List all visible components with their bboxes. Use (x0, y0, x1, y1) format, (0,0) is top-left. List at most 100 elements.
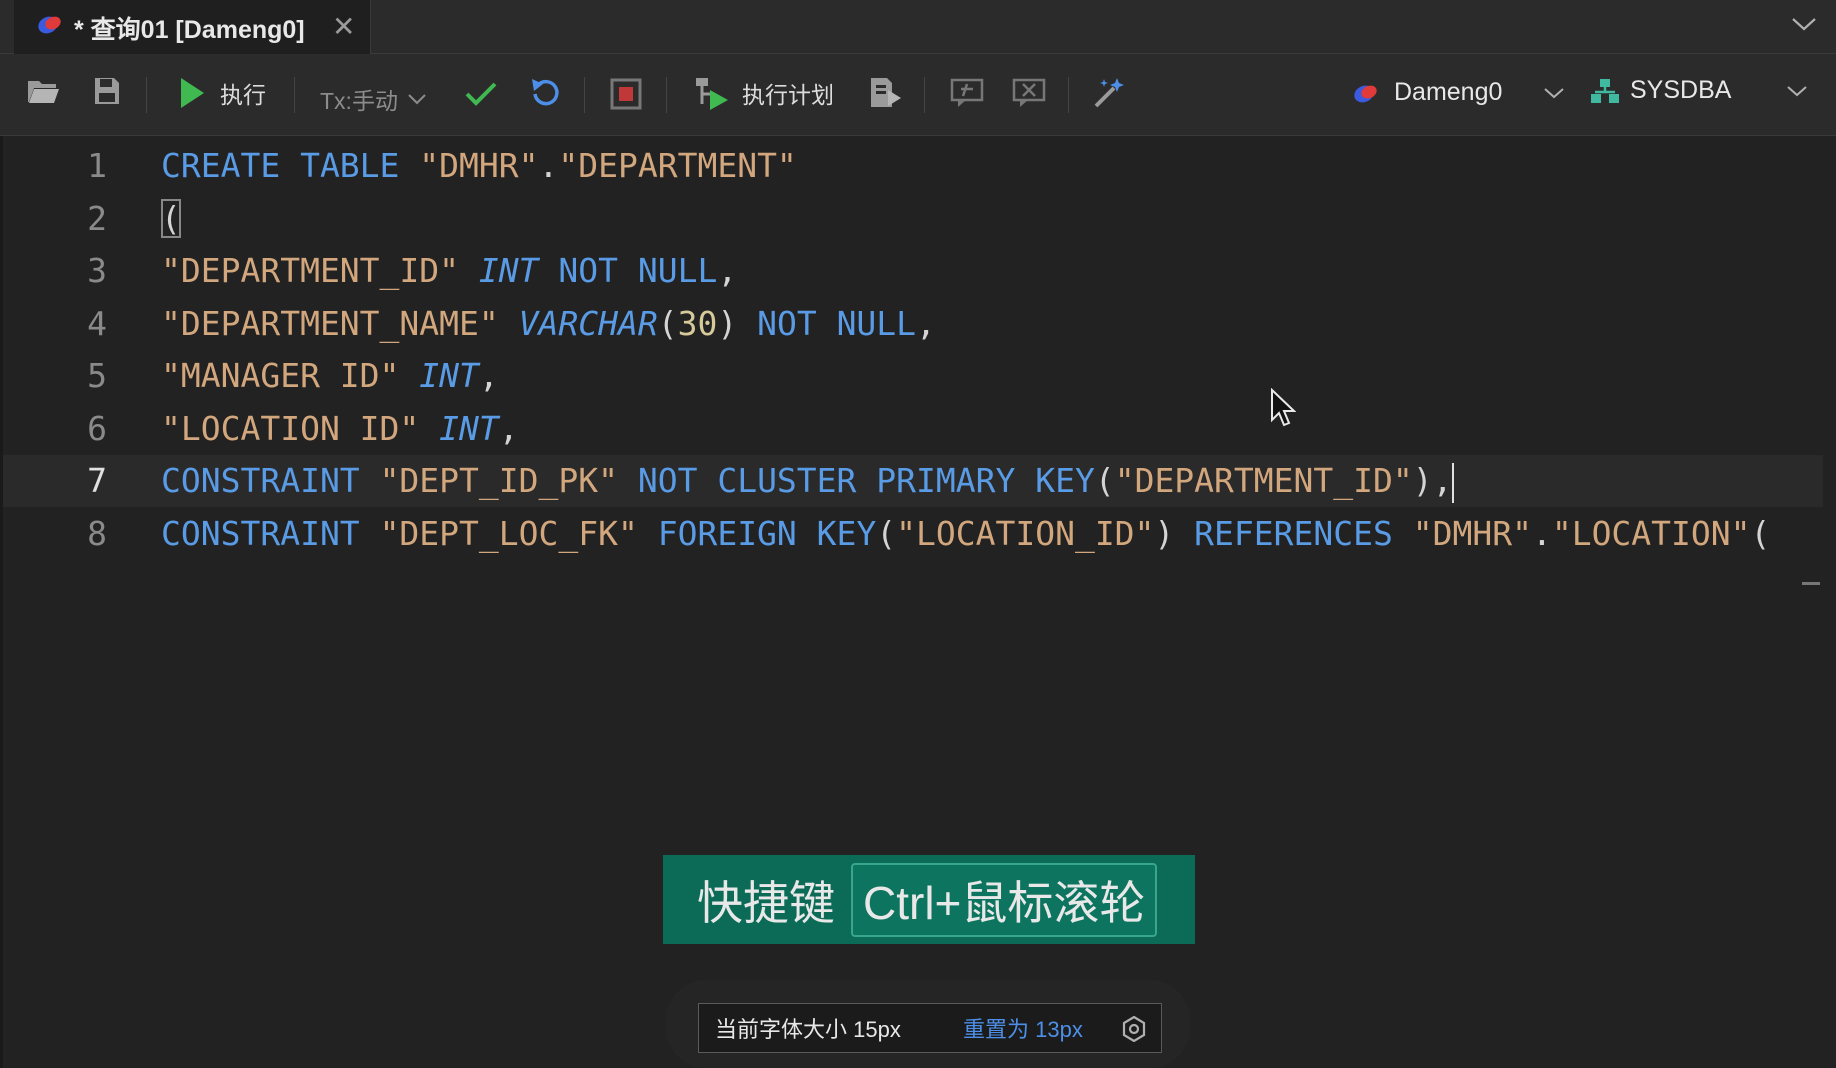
tx-mode-label: Tx:手动 (320, 88, 398, 114)
font-size-toast: 当前字体大小 15px 重置为 13px (698, 1003, 1162, 1053)
format-button[interactable] (1092, 76, 1126, 110)
code-token: "MANAGER ID" (161, 356, 400, 395)
code-token: "DEPT_LOC_FK" (379, 513, 638, 553)
connection-select[interactable]: Dameng0 (1352, 78, 1566, 107)
code-token: ) (1154, 513, 1195, 553)
code-token: ( (161, 198, 181, 238)
comment-icon (950, 78, 984, 107)
code-token: "DEPARTMENT_ID" (161, 251, 460, 290)
commit-button[interactable] (464, 80, 498, 108)
chevron-down-icon (1787, 85, 1808, 96)
code-token: , (717, 251, 738, 290)
chevron-down-icon (408, 94, 426, 105)
check-icon (465, 82, 497, 106)
code-line[interactable]: 3 "DEPARTMENT_ID" INT NOT NULL, (3, 245, 1823, 297)
play-icon (181, 78, 204, 108)
code-token: "LOCATION_ID" (896, 513, 1155, 553)
code-text[interactable]: CONSTRAINT "DEPT_ID_PK" NOT CLUSTER PRIM… (161, 455, 1455, 507)
folder-open-icon (28, 81, 59, 103)
code-token: FOREIGN KEY (657, 513, 877, 553)
tab-query01[interactable]: * 查询01 [Dameng0] ✕ (14, 0, 371, 54)
execution-plan-button[interactable]: 执行计划 (694, 76, 834, 110)
chevron-down-icon (1544, 87, 1565, 98)
gear-icon[interactable] (1121, 1016, 1147, 1042)
mouse-cursor-icon (1271, 388, 1296, 427)
toolbar-separator (1068, 77, 1069, 113)
stop-icon (610, 78, 642, 110)
scrollbar-marker[interactable] (1802, 582, 1820, 585)
code-line[interactable]: 2( (3, 193, 1823, 245)
reset-font-size-link[interactable]: 重置为 13px (963, 1012, 1083, 1044)
code-text[interactable]: "LOCATION ID" INT, (161, 403, 519, 455)
undo-icon (532, 79, 559, 106)
code-text[interactable]: "MANAGER ID" INT, (161, 350, 499, 402)
code-token: . (1531, 513, 1552, 553)
magic-wand-icon (1094, 78, 1124, 108)
code-text[interactable]: CONSTRAINT "DEPT_LOC_FK" FOREIGN KEY("LO… (161, 508, 1770, 560)
code-token: ( (657, 303, 678, 343)
uncomment-button[interactable] (1012, 78, 1046, 108)
transaction-mode-select[interactable]: Tx:手动 (320, 82, 428, 116)
line-number: 1 (87, 146, 107, 185)
code-token: "DMHR" (1412, 513, 1532, 553)
code-token: "LOCATION ID" (161, 408, 420, 448)
toolbar-separator (924, 77, 925, 113)
open-button[interactable] (26, 76, 60, 106)
tab-title: * 查询01 [Dameng0] (74, 16, 305, 44)
rollback-button[interactable] (530, 76, 562, 108)
code-token: , (478, 356, 499, 395)
code-token: ) (717, 303, 758, 343)
code-line[interactable]: 1 CREATE TABLE "DMHR"."DEPARTMENT" (3, 140, 1823, 192)
current-font-size: 当前字体大小 15px (715, 1017, 901, 1042)
stop-button[interactable] (610, 78, 642, 110)
toolbar-separator (146, 77, 147, 113)
user-label: SYSDBA (1630, 76, 1732, 104)
execute-button[interactable]: 执行 (178, 76, 266, 110)
code-token: CREATE TABLE (161, 146, 400, 185)
code-text[interactable]: CREATE TABLE "DMHR"."DEPARTMENT" (161, 140, 797, 192)
code-token: INT (439, 408, 499, 448)
code-text[interactable]: ( (161, 193, 181, 245)
app-logo-icon (38, 16, 61, 34)
toolbar-separator (294, 77, 295, 113)
code-token: VARCHAR (518, 303, 658, 343)
code-line[interactable]: 7 CONSTRAINT "DEPT_ID_PK" NOT CLUSTER PRI… (3, 455, 1823, 507)
chevron-down-icon[interactable] (1790, 14, 1818, 34)
code-token: , (498, 408, 519, 448)
code-token: "DEPARTMENT_ID" (1114, 461, 1413, 500)
export-button[interactable] (868, 76, 902, 110)
code-token: ( (1094, 461, 1115, 500)
code-token: INT (419, 356, 479, 395)
code-line[interactable]: 5 "MANAGER ID" INT, (3, 350, 1823, 402)
code-token: NOT NULL (558, 251, 718, 290)
database-icon (1354, 85, 1377, 102)
code-text[interactable]: "DEPARTMENT_NAME" VARCHAR(30) NOT NULL, (161, 298, 936, 350)
code-line[interactable]: 8 CONSTRAINT "DEPT_LOC_FK" FOREIGN KEY("L… (3, 508, 1823, 560)
code-token: "DEPT_ID_PK" (379, 461, 618, 500)
comment-button[interactable] (950, 78, 984, 108)
code-token: "DEPARTMENT" (558, 146, 797, 185)
close-icon[interactable]: ✕ (332, 10, 355, 43)
code-token: . (538, 146, 559, 185)
code-text[interactable]: "DEPARTMENT_ID" INT NOT NULL, (161, 245, 737, 297)
connection-label: Dameng0 (1394, 78, 1503, 106)
text-caret (1452, 462, 1455, 503)
save-button[interactable] (93, 76, 121, 106)
line-number: 4 (87, 303, 107, 343)
toolbar-separator (584, 77, 585, 113)
user-select[interactable]: SYSDBA (1590, 76, 1809, 105)
shortcut-label: 快捷键 (697, 876, 835, 929)
code-line[interactable]: 6 "LOCATION ID" INT, (3, 403, 1823, 455)
code-line[interactable]: 4 "DEPARTMENT_NAME" VARCHAR(30) NOT NULL, (3, 298, 1823, 350)
toolbar-separator (666, 77, 667, 113)
code-token: ), (1412, 461, 1453, 500)
code-token: "DEPARTMENT_NAME" (161, 303, 499, 343)
